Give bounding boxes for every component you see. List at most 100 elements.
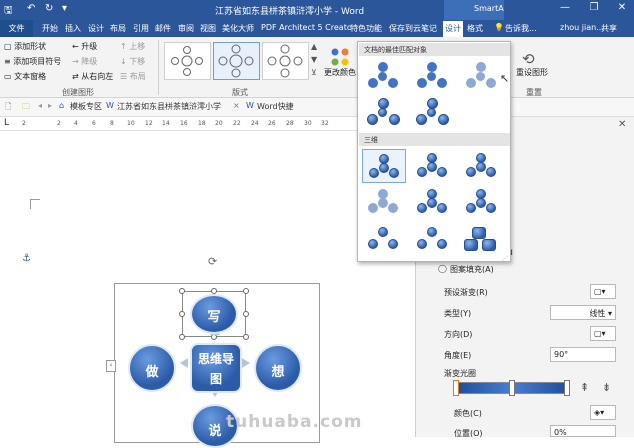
- layout-button[interactable]: ☰ 布局: [120, 71, 146, 82]
- gradient-type-value: 线性: [589, 309, 606, 318]
- tab-smartart-design[interactable]: 设计: [443, 21, 463, 37]
- move-up-button[interactable]: ↑ 上移: [120, 41, 145, 52]
- ruler-tick: 28: [286, 120, 294, 127]
- rotate-handle-icon[interactable]: ⟳: [208, 255, 217, 268]
- tab-insert[interactable]: 插入: [65, 23, 81, 34]
- home-icon[interactable]: ⌂: [59, 101, 64, 110]
- node-right[interactable]: 想: [254, 344, 302, 392]
- ruler-tick: 2: [57, 120, 61, 127]
- layout-option-selected[interactable]: [213, 42, 260, 80]
- watermark: tuhuaba.com: [226, 412, 363, 432]
- style-option[interactable]: [411, 149, 455, 183]
- gradient-stop-handle[interactable]: [509, 380, 515, 396]
- style-option[interactable]: [411, 59, 455, 93]
- remove-stop-icon[interactable]: ⇟: [602, 381, 611, 394]
- tab-format[interactable]: 格式: [467, 23, 483, 34]
- style-option[interactable]: [411, 185, 455, 219]
- user-name[interactable]: zhou jian...: [560, 23, 604, 32]
- gradient-stop-handle[interactable]: [453, 380, 459, 396]
- add-shape-button[interactable]: ▢ 添加形状: [4, 41, 46, 52]
- color-picker-button[interactable]: ◈▾: [590, 405, 616, 420]
- tab-features[interactable]: 特色功能: [350, 23, 382, 34]
- style-option[interactable]: [460, 185, 504, 219]
- tab-stop-icon[interactable]: L: [4, 118, 9, 128]
- mouse-cursor-icon: ↖: [500, 72, 510, 85]
- doc-tab-current[interactable]: 江苏省如东县栟茶镇浒澪小学: [117, 101, 221, 112]
- style-option[interactable]: [460, 59, 504, 93]
- style-option[interactable]: [411, 221, 455, 255]
- undo-icon[interactable]: ↶: [27, 3, 35, 14]
- tab-references[interactable]: 引用: [133, 23, 149, 34]
- tab-design[interactable]: 设计: [88, 23, 104, 34]
- tab-layout[interactable]: 布局: [110, 23, 126, 34]
- tab-home[interactable]: 开始: [42, 23, 58, 34]
- close-button[interactable]: ✕: [612, 2, 632, 17]
- tab-mailings[interactable]: 邮件: [155, 23, 171, 34]
- tell-me-input[interactable]: 告诉我...: [505, 23, 537, 34]
- minimize-button[interactable]: —: [555, 2, 575, 17]
- add-bullet-button[interactable]: ≡ 添加项目符号: [4, 56, 61, 67]
- share-button[interactable]: 共享: [601, 23, 617, 34]
- gallery-scroll-down-icon[interactable]: ▼: [311, 55, 317, 64]
- style-option[interactable]: [362, 95, 406, 129]
- right-to-left-button[interactable]: ⇄ 从右向左: [72, 71, 113, 82]
- title-bar: 🖫 ↶ ↻ ▾ 江苏省如东县栟茶镇浒澪小学 - Word SmartA... —…: [0, 0, 634, 20]
- doc-tab-word-shortcuts[interactable]: Word快捷: [257, 101, 294, 112]
- gradient-type-dropdown[interactable]: 线性 ▾: [550, 305, 616, 320]
- reset-graphic-button[interactable]: 重设图形: [516, 67, 548, 78]
- tab-next-arrow[interactable]: ▸: [48, 101, 52, 110]
- layout-option[interactable]: [262, 42, 309, 80]
- reset-group-label: 重置: [526, 88, 542, 97]
- ruler-tick: 4: [74, 120, 78, 127]
- pattern-fill-radio[interactable]: ◯: [438, 264, 447, 273]
- restore-button[interactable]: ❐: [584, 2, 604, 17]
- tab-beautify[interactable]: 美化大师: [222, 23, 254, 34]
- reset-graphic-icon[interactable]: ⟲: [522, 50, 535, 68]
- gallery-resize-grip[interactable]: ⋰: [502, 255, 508, 262]
- layout-preview-icon: [171, 46, 203, 76]
- style-option[interactable]: [411, 95, 455, 129]
- style-option-selected[interactable]: [362, 149, 406, 183]
- document-canvas[interactable]: ⚓ ‹ ⟳ 写 做 想 说 思维导图: [0, 131, 415, 448]
- tab-prev-arrow[interactable]: ◂: [38, 101, 42, 110]
- preset-gradient-dropdown[interactable]: ▢▾: [590, 284, 616, 299]
- node-center[interactable]: 思维导图: [190, 343, 242, 393]
- style-option[interactable]: [362, 185, 406, 219]
- style-option[interactable]: [460, 221, 504, 255]
- folder-icon[interactable]: 🗀: [22, 101, 30, 115]
- demote-button[interactable]: → 降级: [72, 56, 97, 67]
- position-input[interactable]: 0%: [550, 425, 616, 437]
- promote-button[interactable]: ← 升级: [72, 41, 97, 52]
- node-left[interactable]: 做: [128, 344, 176, 392]
- tab-cloud-notes[interactable]: 保存到云笔记: [389, 23, 437, 34]
- gallery-scroll-up-icon[interactable]: ▲: [311, 42, 317, 51]
- new-doc-icon[interactable]: 🗋: [5, 101, 11, 115]
- move-down-button[interactable]: ↓ 下移: [120, 56, 145, 67]
- add-stop-icon[interactable]: ⇞: [580, 381, 589, 394]
- tab-review[interactable]: 审阅: [178, 23, 194, 34]
- style-option[interactable]: [460, 149, 504, 183]
- angle-input[interactable]: 90°: [550, 347, 616, 362]
- change-colors-button[interactable]: 更改颜色: [324, 67, 356, 78]
- panel-close-icon[interactable]: ✕: [618, 119, 626, 130]
- doc-tab-templates[interactable]: 模板专区: [70, 101, 102, 112]
- redo-icon[interactable]: ↻: [45, 3, 53, 14]
- layout-option[interactable]: [164, 42, 211, 80]
- direction-dropdown[interactable]: ▢▾: [590, 326, 616, 341]
- style-option[interactable]: [362, 221, 406, 255]
- customize-qat-icon[interactable]: ▾: [62, 3, 67, 14]
- text-pane-button[interactable]: ▭ 文本窗格: [4, 71, 46, 82]
- gradient-stop-handle[interactable]: [564, 380, 570, 396]
- gallery-section-3d: 三维: [359, 133, 510, 146]
- tab-file[interactable]: 文件: [0, 20, 33, 37]
- style-option[interactable]: [362, 59, 406, 93]
- tab-pdf-architect[interactable]: PDF Architect 5 Creatc: [261, 23, 351, 32]
- tab-view[interactable]: 视图: [200, 23, 216, 34]
- node-top[interactable]: 写: [190, 294, 238, 334]
- tab-close-icon[interactable]: ×: [233, 101, 240, 110]
- gradient-type-label: 类型(Y): [444, 309, 472, 318]
- gallery-section-best-match: 文档的最佳匹配对象: [359, 43, 510, 56]
- gallery-more-icon[interactable]: ⊻: [311, 68, 317, 77]
- layouts-group-label: 版式: [232, 88, 248, 97]
- save-icon[interactable]: 🖫: [4, 3, 13, 20]
